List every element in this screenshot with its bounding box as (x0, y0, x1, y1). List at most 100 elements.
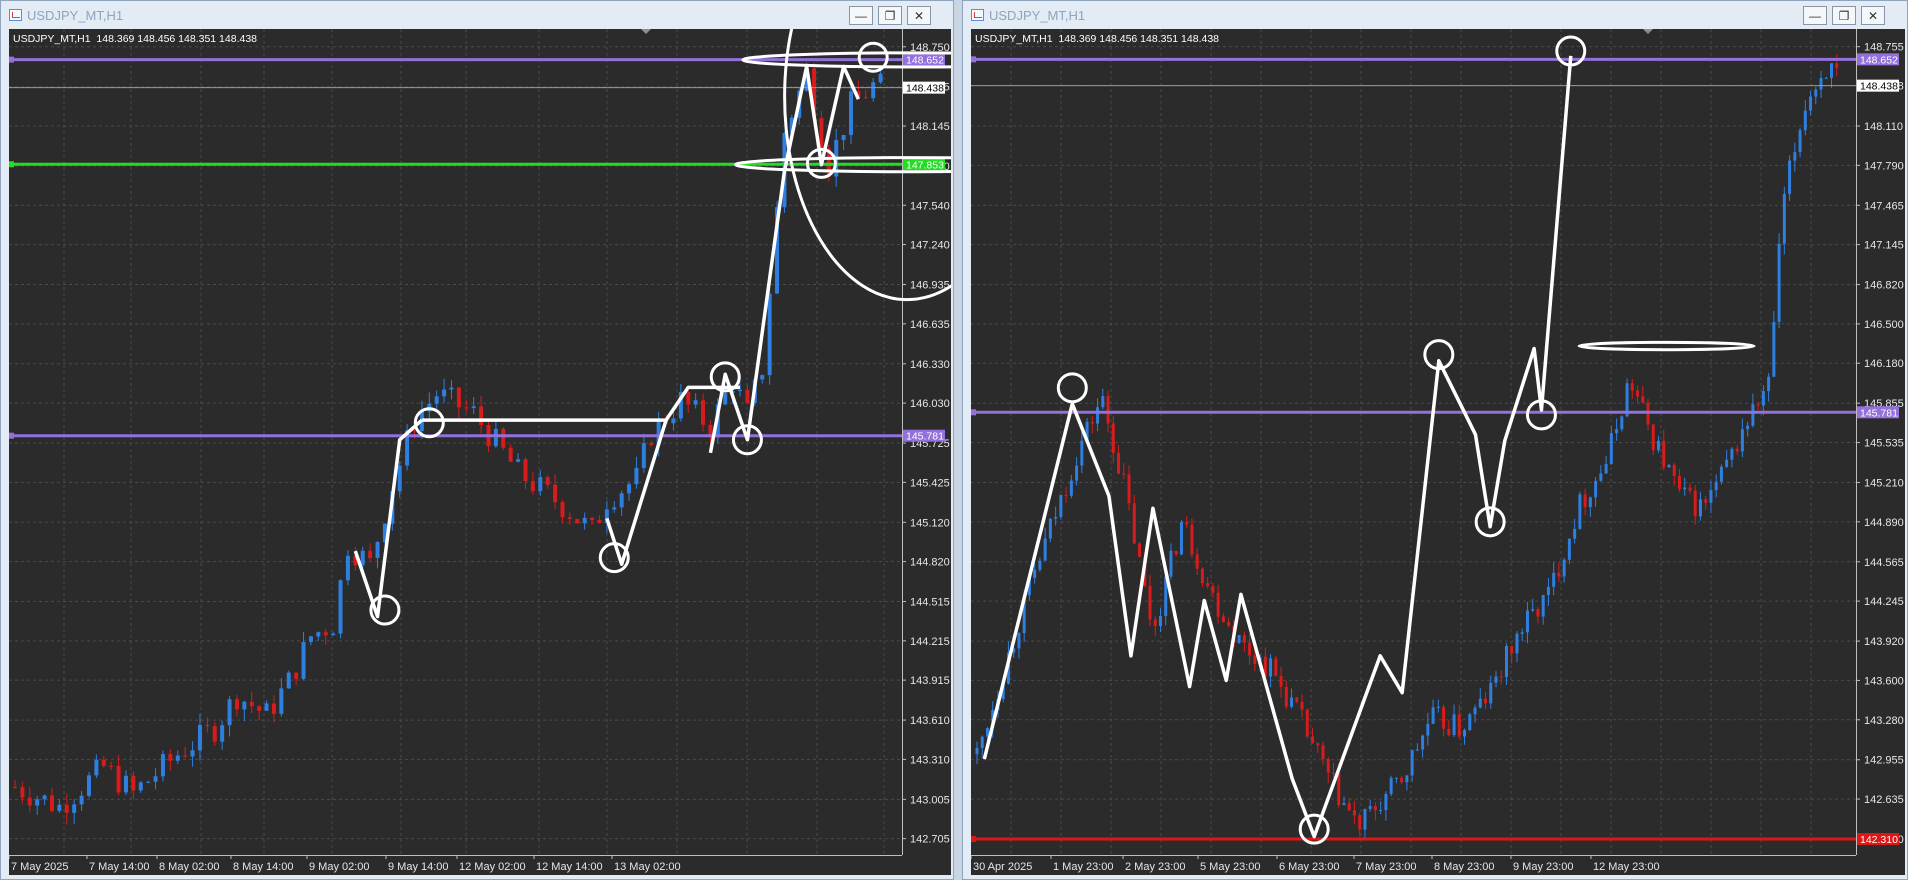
level-anchor[interactable] (9, 161, 14, 168)
candle-body (523, 459, 528, 482)
candle-body (871, 82, 876, 99)
price-tick-label: 148.145 (910, 121, 950, 133)
candle-body (1368, 806, 1372, 809)
candle-body (316, 632, 321, 637)
price-tick-label: 146.030 (910, 398, 950, 410)
candle-body (530, 481, 535, 492)
candle-body (1751, 404, 1755, 426)
candle-body (1200, 568, 1204, 584)
candle-body (397, 465, 402, 492)
candle-body (1667, 464, 1671, 468)
price-tick-label: 148.110 (1864, 121, 1903, 133)
chart-svg-right[interactable]: 148.755 148.438 148.110 147.790 147.465 147.1… (971, 29, 1905, 875)
time-tick-label: 12 May 23:00 (1593, 861, 1660, 873)
restore-button[interactable]: ❐ (1832, 6, 1856, 25)
candle-body (1704, 499, 1708, 503)
candle-body (49, 795, 54, 811)
price-tick-label: 147.240 (910, 240, 950, 252)
candle-body (101, 759, 106, 766)
level-anchor[interactable] (9, 432, 14, 439)
candle-body (1809, 96, 1813, 111)
candle-body (1138, 543, 1142, 557)
candle-body (1431, 707, 1435, 724)
candle-body (1651, 424, 1655, 451)
candle-body (1379, 809, 1383, 811)
candle-body (1541, 594, 1545, 617)
candle-body (501, 428, 506, 448)
candle-body (1069, 480, 1073, 496)
candle-body (212, 726, 217, 742)
candle-body (1248, 642, 1252, 656)
close-button[interactable]: ✕ (907, 6, 931, 25)
restore-icon: ❐ (1838, 8, 1850, 23)
candle-body (590, 517, 595, 520)
candle-body (1719, 466, 1723, 482)
candle-body (116, 765, 121, 793)
candle-body (1117, 453, 1121, 474)
candle-body (1782, 193, 1786, 244)
candle-body (86, 775, 91, 796)
candle-body (72, 804, 77, 813)
chart-canvas-right[interactable]: 148.755 148.438 148.110 147.790 147.465 147.1… (971, 29, 1905, 875)
candle-body (619, 493, 624, 508)
price-tick-label: 143.280 (1864, 715, 1904, 727)
candle-body (1421, 735, 1425, 750)
window-titlebar-right[interactable]: USDJPY_MT,H1 — ❐ ✕ (963, 1, 1907, 29)
chart-canvas-left[interactable]: 148.750148.445148.145147.840147.540147.2… (9, 29, 951, 875)
candle-body (1473, 707, 1477, 715)
candle-body (1677, 475, 1681, 490)
candle-body (1557, 572, 1561, 577)
chart-window-left[interactable]: USDJPY_MT,H1 — ❐ ✕ 148.750148.445148.145… (0, 0, 954, 880)
candle-body (1615, 429, 1619, 434)
window-titlebar-left[interactable]: USDJPY_MT,H1 — ❐ ✕ (1, 1, 953, 29)
candle-body (168, 754, 173, 761)
candle-body (64, 804, 69, 813)
candle-body (197, 724, 202, 751)
candle-body (649, 443, 654, 446)
candle-body (1111, 423, 1115, 454)
minimize-button[interactable]: — (849, 6, 873, 25)
candle-body (1552, 572, 1556, 587)
time-tick-label: 9 May 02:00 (309, 861, 370, 873)
level-anchor[interactable] (9, 56, 14, 63)
candle-body (1494, 676, 1498, 683)
candle-body (1788, 160, 1792, 194)
candle-body (1195, 554, 1199, 569)
shift-marker-icon[interactable] (641, 29, 651, 34)
candle-body (338, 580, 343, 634)
price-tick-label: 146.635 (910, 319, 950, 331)
candle-body (1452, 714, 1456, 736)
candle-body (1274, 658, 1278, 676)
candle-body (1442, 706, 1446, 729)
candle-body (1358, 815, 1362, 830)
candle-body (20, 787, 25, 798)
candle-body (1305, 709, 1309, 737)
close-button[interactable]: ✕ (1861, 6, 1885, 25)
candle-body (1174, 550, 1178, 555)
candle-body (1127, 474, 1131, 504)
restore-button[interactable]: ❐ (878, 6, 902, 25)
level-anchor[interactable] (971, 56, 976, 63)
candle-body (146, 781, 151, 783)
level-anchor[interactable] (971, 836, 976, 843)
candle-body (360, 550, 365, 566)
candle-body (1620, 416, 1624, 430)
candle-body (13, 786, 17, 788)
candle-body (1484, 698, 1488, 704)
candle-body (723, 392, 728, 405)
candle-body (94, 759, 99, 776)
candle-body (242, 701, 247, 710)
chart-window-right[interactable]: USDJPY_MT,H1 — ❐ ✕ 148.755 148.438 148.110… (962, 0, 1908, 880)
candle-body (634, 467, 639, 485)
minimize-button[interactable]: — (1803, 6, 1827, 25)
candle-body (575, 518, 580, 524)
candle-body (767, 293, 772, 376)
candle-body (760, 375, 765, 380)
shift-marker-icon[interactable] (1643, 29, 1653, 34)
candle-body (1410, 750, 1414, 776)
chart-svg-left[interactable]: 148.750148.445148.145147.840147.540147.2… (9, 29, 951, 875)
candle-body (1179, 522, 1183, 555)
candle-body (1148, 585, 1152, 620)
level-anchor[interactable] (971, 409, 976, 416)
candle-body (1463, 730, 1467, 737)
